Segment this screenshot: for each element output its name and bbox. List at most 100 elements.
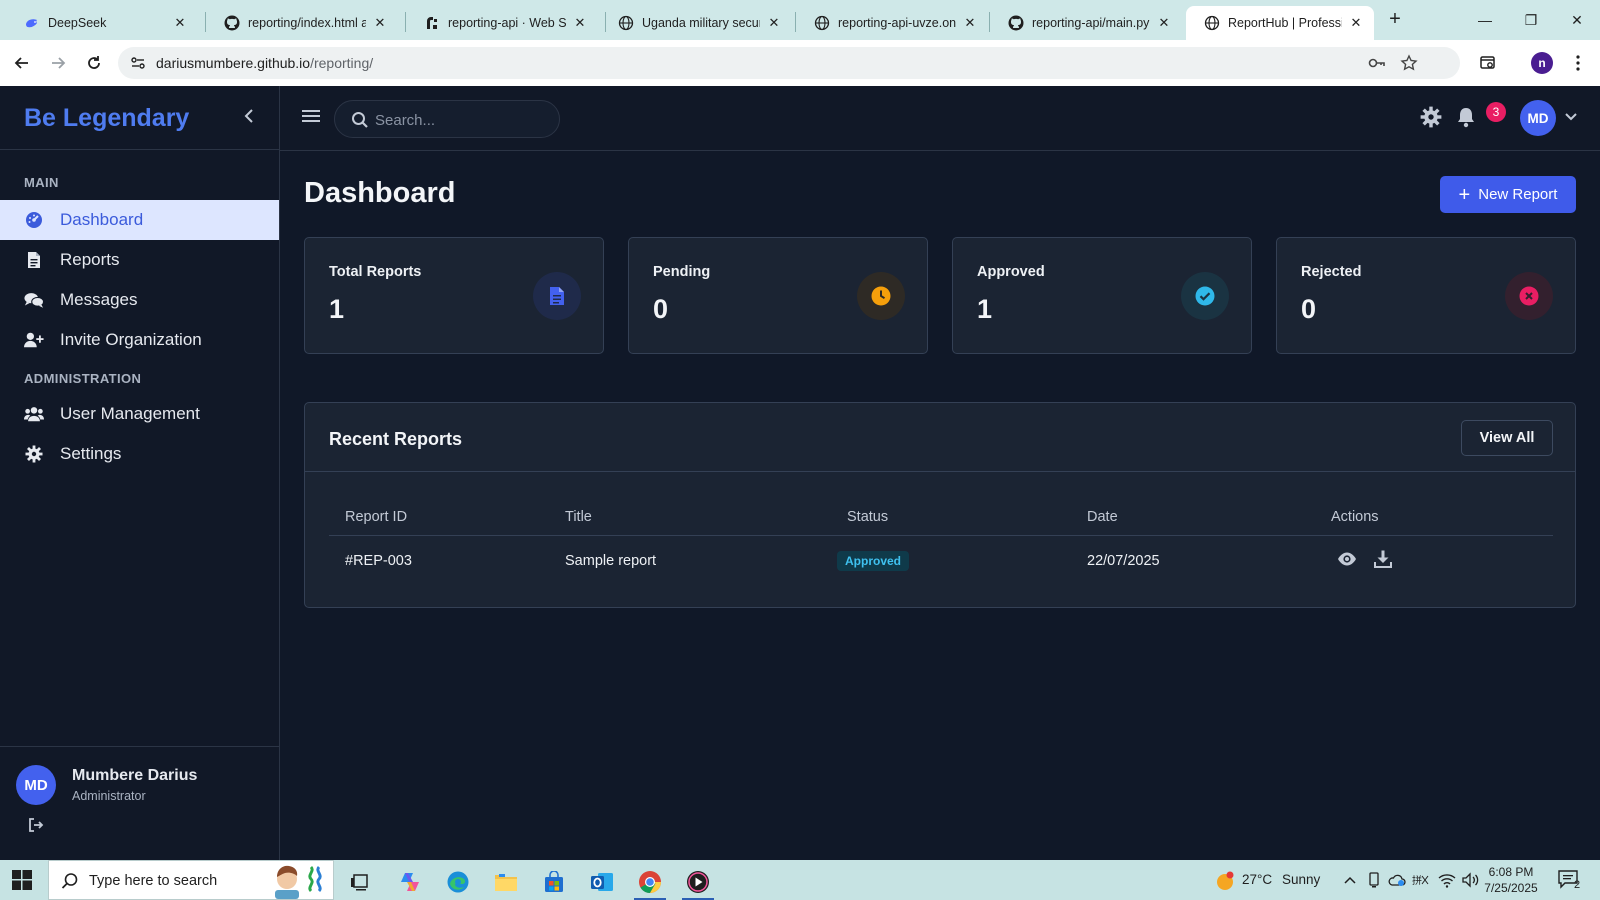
wifi-icon[interactable]	[1438, 872, 1456, 890]
close-icon[interactable]: ✕	[572, 15, 588, 31]
user-menu-toggle[interactable]	[1564, 110, 1578, 124]
action-center-button[interactable]: 2	[1558, 869, 1588, 893]
file-icon	[24, 250, 44, 270]
taskbar-edge[interactable]	[438, 864, 478, 900]
notifications-button[interactable]	[1456, 106, 1480, 130]
search-box	[334, 100, 560, 138]
browser-tab[interactable]: DeepSeek ✕	[6, 6, 198, 40]
logout-button[interactable]	[28, 817, 44, 833]
address-bar[interactable]: dariusmumbere.github.io/reporting/	[118, 47, 1460, 79]
avatar[interactable]: MD	[16, 765, 56, 805]
stat-value: 0	[1301, 294, 1317, 324]
forward-button[interactable]	[46, 51, 70, 75]
weather-temperature: 27°C	[1242, 872, 1273, 887]
device-tray-icon[interactable]	[1366, 872, 1384, 890]
cell-report-id: #REP-003	[345, 553, 412, 569]
taskbar-file-explorer[interactable]	[486, 864, 526, 900]
close-icon[interactable]: ✕	[172, 15, 188, 31]
section-label-administration: ADMINISTRATION	[24, 371, 142, 386]
reload-button[interactable]	[82, 51, 106, 75]
outlook-icon	[591, 873, 613, 891]
sidebar-item-messages[interactable]: Messages	[0, 280, 279, 320]
user-avatar-button[interactable]: MD	[1520, 100, 1556, 136]
globe-icon	[814, 15, 830, 31]
plus-icon: +	[1458, 183, 1471, 206]
copilot-icon	[401, 873, 419, 891]
taskbar-outlook[interactable]	[582, 864, 622, 900]
brand-logo[interactable]: Be Legendary	[24, 104, 189, 133]
sidebar-item-reports[interactable]: Reports	[0, 240, 279, 280]
weather-sun-icon[interactable]	[1214, 870, 1236, 892]
maximize-button[interactable]: ❐	[1508, 8, 1554, 32]
column-header-date: Date	[1087, 509, 1118, 525]
theme-settings-button[interactable]	[1420, 106, 1444, 130]
onedrive-cloud-icon[interactable]	[1388, 872, 1406, 890]
close-icon[interactable]: ✕	[372, 15, 388, 31]
menu-toggle-button[interactable]	[302, 108, 322, 128]
sidebar-collapse-button[interactable]	[240, 106, 260, 126]
site-info-icon[interactable]	[130, 55, 146, 76]
page-title: Dashboard	[304, 177, 456, 209]
store-bag-icon	[545, 871, 563, 892]
browser-menu-button[interactable]	[1566, 51, 1590, 75]
column-header-report-id: Report ID	[345, 509, 408, 525]
window-close-button[interactable]: ✕	[1554, 8, 1600, 32]
cell-date: 22/07/2025	[1087, 553, 1160, 569]
browser-tab[interactable]: reporting-api · Web Se ✕	[406, 6, 598, 40]
taskbar-store[interactable]	[534, 864, 574, 900]
tab-search-icon	[1480, 56, 1495, 69]
sidebar-item-dashboard[interactable]: Dashboard	[0, 200, 279, 240]
sidebar-item-settings[interactable]: Settings	[0, 434, 279, 474]
taskbar-chrome[interactable]	[630, 864, 670, 900]
back-button[interactable]	[10, 51, 34, 75]
minimize-button[interactable]: —	[1462, 8, 1508, 32]
new-report-button[interactable]: + New Report	[1440, 176, 1576, 213]
github-icon	[1008, 15, 1024, 31]
tab-title: reporting-api-uvze.onr	[838, 16, 956, 30]
tab-title: reporting-api/main.py	[1032, 16, 1150, 30]
input-language-icon[interactable]: 拼	[1412, 872, 1430, 890]
browser-tab[interactable]: Uganda military securit ✕	[600, 6, 792, 40]
chrome-icon	[639, 871, 661, 893]
download-report-button[interactable]	[1373, 549, 1395, 571]
browser-tab[interactable]: reporting-api/main.py ✕	[990, 6, 1182, 40]
taskbar-search-box[interactable]: Type here to search	[48, 860, 334, 900]
close-icon[interactable]: ✕	[962, 15, 978, 31]
recent-reports-title: Recent Reports	[329, 429, 463, 449]
show-hidden-icons-chevron-up-icon[interactable]	[1342, 872, 1360, 890]
stat-label: Total Reports	[329, 264, 422, 280]
taskbar-clock[interactable]: 6:08 PM 7/25/2025	[1466, 864, 1556, 896]
sidebar-header: Be Legendary	[0, 86, 279, 150]
profile-button[interactable]: n	[1530, 51, 1554, 75]
bookmark-star-icon[interactable]	[1400, 54, 1418, 77]
tab-search-button[interactable]	[1476, 51, 1500, 75]
browser-tab[interactable]: reporting/index.html at ✕	[206, 6, 398, 40]
close-icon[interactable]: ✕	[766, 15, 782, 31]
browser-tab[interactable]: reporting-api-uvze.onr ✕	[796, 6, 988, 40]
arrow-left-icon	[14, 57, 28, 69]
sidebar-item-invite-organization[interactable]: Invite Organization	[0, 320, 279, 360]
gear-icon	[24, 444, 44, 464]
sidebar-item-label: Dashboard	[60, 210, 144, 229]
search-input[interactable]	[375, 109, 545, 131]
browser-tab-active[interactable]: ReportHub | Profession ✕	[1186, 6, 1374, 40]
sidebar-item-user-management[interactable]: User Management	[0, 394, 279, 434]
taskbar-copilot[interactable]	[390, 864, 430, 900]
new-tab-button[interactable]: +	[1384, 9, 1406, 31]
edge-browser-icon	[447, 871, 469, 893]
view-all-button[interactable]: View All	[1461, 420, 1553, 456]
table-header-divider	[329, 535, 1553, 536]
sidebar-item-label: Messages	[60, 290, 138, 309]
taskbar-media-player[interactable]	[678, 864, 718, 900]
url-host: dariusmumbere.github.io	[156, 55, 311, 71]
tab-title: Uganda military securit	[642, 16, 760, 30]
password-key-icon[interactable]	[1368, 54, 1386, 77]
close-icon[interactable]: ✕	[1348, 15, 1364, 31]
recent-reports-card: Recent Reports View All Report ID Title …	[304, 402, 1576, 608]
start-button[interactable]	[12, 870, 32, 890]
view-report-button[interactable]	[1337, 549, 1359, 571]
hamburger-menu-icon	[302, 110, 320, 122]
url-text: dariusmumbere.github.io/reporting/	[156, 55, 373, 71]
task-view-button[interactable]	[340, 864, 380, 900]
close-icon[interactable]: ✕	[1156, 15, 1172, 31]
